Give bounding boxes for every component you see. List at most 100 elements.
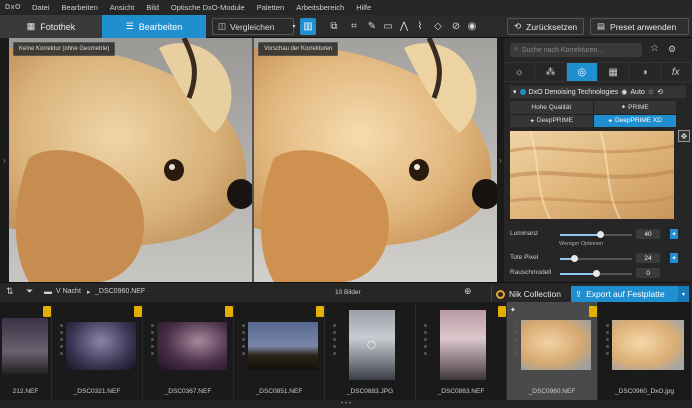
thumbnail-7[interactable]: _DSC0960_DxO.jpg bbox=[598, 302, 692, 400]
tab-light-icon[interactable]: ☼ bbox=[504, 63, 536, 81]
local-adjust-icon[interactable]: ◇ bbox=[430, 18, 446, 35]
menu-help[interactable]: Hilfe bbox=[350, 3, 377, 12]
reset-button[interactable]: ⟲ Zurücksetzen bbox=[507, 18, 584, 35]
dead-pixels-slider[interactable] bbox=[560, 255, 632, 262]
luminance-value-field[interactable]: 40 bbox=[636, 229, 660, 239]
menu-workspace[interactable]: Arbeitsbereich bbox=[290, 3, 350, 12]
magic-wand-icon[interactable]: ✦ bbox=[670, 253, 678, 263]
settings-icon[interactable]: ⚙ bbox=[668, 44, 676, 55]
thumbnail-filename: _DSC0367.NEF bbox=[164, 388, 212, 395]
thumbnail-4[interactable]: ◯ _DSC0883.JPG bbox=[325, 302, 416, 400]
option-deepprime[interactable]: ✦ DeepPRIME bbox=[510, 114, 593, 127]
edited-sparkle-icon: ✦ bbox=[510, 307, 516, 314]
thumbnail-0[interactable]: 212.NEF bbox=[0, 302, 52, 400]
denoising-options: Hohe Qualität ✦ PRIME ✦ DeepPRIME ✦ DeepPRI… bbox=[510, 101, 676, 127]
loupe-icon[interactable]: ⊕ bbox=[464, 286, 472, 297]
noise-model-slider[interactable] bbox=[560, 270, 632, 277]
thumbnail-5[interactable]: _DSC0883.NEF bbox=[416, 302, 507, 400]
export-dropdown-icon[interactable]: ▾ bbox=[678, 286, 689, 302]
thumbnail-filename: _DSC0960.NEF bbox=[528, 388, 576, 395]
thumbnail-3[interactable]: _DSC0851.NEF bbox=[234, 302, 325, 400]
filmstrip-resize-handle[interactable]: • • • bbox=[0, 400, 692, 408]
option-prime[interactable]: ✦ PRIME bbox=[593, 101, 676, 114]
star-icon[interactable]: ☆ bbox=[650, 43, 659, 54]
luminance-slider-handle[interactable] bbox=[596, 231, 604, 238]
sparkle-icon: ✦ bbox=[620, 104, 627, 112]
rating-dots[interactable] bbox=[151, 324, 155, 355]
denoising-module-header[interactable]: ▾ DxO Denoising Technologies ◉ Auto ☆ ⟲ bbox=[510, 86, 686, 98]
menu-view[interactable]: Ansicht bbox=[104, 3, 141, 12]
noise-model-slider-handle[interactable] bbox=[593, 270, 600, 277]
folder-icon: ▬ bbox=[44, 287, 52, 296]
menu-file[interactable]: Datei bbox=[26, 3, 56, 12]
option-deepprime-xd[interactable]: ✦ DeepPRIME XD bbox=[593, 114, 676, 127]
option-high-quality[interactable]: Hohe Qualität bbox=[510, 101, 593, 114]
star-icon[interactable]: ☆ bbox=[648, 88, 654, 96]
breadcrumb-separator-icon: ▸ bbox=[87, 289, 91, 296]
rating-dots[interactable] bbox=[60, 324, 64, 355]
thumbnail-2[interactable]: _DSC0367.NEF bbox=[143, 302, 234, 400]
option-label: Hohe Qualität bbox=[531, 103, 572, 111]
perspective-icon[interactable]: ⋀ bbox=[396, 18, 412, 35]
nik-icon bbox=[496, 289, 506, 299]
horizon-icon[interactable]: ⌇ bbox=[412, 18, 428, 35]
chevron-right-icon: › bbox=[499, 155, 502, 165]
tab-geometry-icon[interactable]: ▦ bbox=[598, 63, 630, 81]
noise-model-value-field[interactable]: 0 bbox=[636, 268, 660, 278]
sparkle-icon: ✦ bbox=[529, 117, 535, 125]
tab-effects-icon[interactable]: fx bbox=[661, 63, 692, 81]
luminance-slider[interactable] bbox=[560, 231, 632, 238]
thumbnail-image bbox=[157, 322, 227, 370]
sort-icon[interactable]: ⇅ bbox=[6, 286, 14, 297]
eyedropper-icon[interactable]: ✎ bbox=[364, 18, 380, 35]
magic-wand-icon[interactable]: ✦ bbox=[670, 229, 678, 239]
option-label: DeepPRIME XD bbox=[614, 117, 662, 125]
grid-icon: ▦ bbox=[26, 21, 36, 31]
image-viewer[interactable]: Keine Korrektur (ohne Geometrie) Vorscha… bbox=[9, 38, 497, 282]
red-eye-icon[interactable]: ▭ bbox=[380, 18, 396, 35]
module-title: DxO Denoising Technologies bbox=[528, 88, 619, 96]
corrections-panel: ⌕ Suche nach Korrekturen... ☆ ⚙ ☼ ⁂ ◎ ▦ … bbox=[504, 38, 692, 282]
filter-icon[interactable]: ⏷ bbox=[26, 286, 33, 297]
left-panel-toggle[interactable]: › bbox=[0, 38, 9, 282]
tab-color-icon[interactable]: ⁂ bbox=[535, 63, 567, 81]
rating-dots[interactable] bbox=[606, 324, 610, 355]
raw-badge-icon bbox=[43, 306, 51, 317]
tab-edit[interactable]: ☰ Bearbeiten bbox=[102, 15, 206, 38]
dead-pixels-value-field[interactable]: 24 bbox=[636, 253, 660, 263]
tab-watermark-icon[interactable]: ◑ bbox=[629, 63, 661, 81]
apply-preset-button[interactable]: ▤ Preset anwenden bbox=[590, 18, 689, 35]
rating-dots[interactable] bbox=[515, 324, 519, 355]
menu-palettes[interactable]: Paletten bbox=[251, 3, 291, 12]
thumbnail-6[interactable]: ✦ _DSC0960.NEF bbox=[507, 302, 598, 400]
tab-detail-icon[interactable]: ◎ bbox=[566, 63, 598, 81]
module-enabled-icon[interactable] bbox=[519, 89, 526, 95]
reset-icon[interactable]: ⟲ bbox=[657, 88, 663, 96]
split-view-icon[interactable]: ▥ bbox=[300, 18, 316, 35]
loupe-move-icon[interactable]: ✥ bbox=[678, 130, 690, 142]
fewer-options-link[interactable]: Weniger Optionen bbox=[559, 241, 603, 247]
right-panel-toggle[interactable]: › bbox=[497, 38, 504, 282]
before-pane[interactable]: Keine Korrektur (ohne Geometrie) bbox=[9, 38, 252, 282]
after-pane[interactable]: Vorschau der Korrekturen bbox=[254, 38, 497, 282]
nik-collection-button[interactable]: Nik Collection bbox=[491, 286, 565, 302]
visibility-icon[interactable]: ◉ bbox=[464, 18, 480, 35]
export-button[interactable]: ⇪ Export auf Festplatte bbox=[571, 286, 678, 302]
fit-view-icon[interactable]: ⧉ bbox=[326, 18, 342, 35]
denoise-preview-loupe[interactable] bbox=[510, 131, 674, 219]
eye-icon[interactable]: ◉ bbox=[621, 88, 627, 96]
compare-button[interactable]: ◫ Vergleichen bbox=[212, 18, 294, 35]
tab-library[interactable]: ▦ Fotothek bbox=[0, 15, 102, 38]
menu-image[interactable]: Bild bbox=[140, 3, 165, 12]
crop-icon[interactable]: ⌗ bbox=[346, 18, 362, 35]
rating-dots[interactable] bbox=[333, 324, 337, 355]
corrections-search-input[interactable]: ⌕ Suche nach Korrekturen... bbox=[510, 43, 642, 57]
thumbnail-1[interactable]: _DSC0321.NEF bbox=[52, 302, 143, 400]
tab-library-label: Fotothek bbox=[40, 21, 76, 32]
rating-dots[interactable] bbox=[424, 324, 428, 355]
menu-edit[interactable]: Bearbeiten bbox=[56, 3, 104, 12]
menu-optical-modules[interactable]: Optische DxO-Module bbox=[165, 3, 251, 12]
folder-name[interactable]: V Nacht bbox=[56, 288, 81, 295]
repair-icon[interactable]: ⊘ bbox=[448, 18, 464, 35]
rating-dots[interactable] bbox=[242, 324, 246, 355]
